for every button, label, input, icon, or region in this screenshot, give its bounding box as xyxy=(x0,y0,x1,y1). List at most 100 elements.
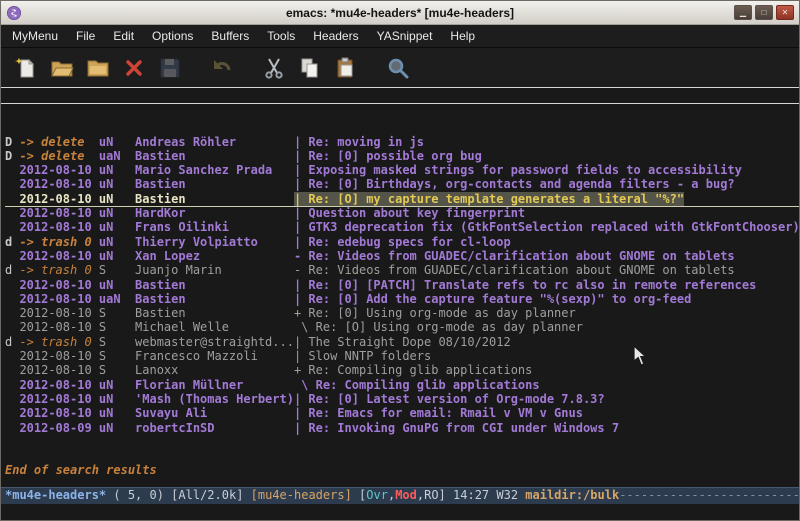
new-file-button[interactable] xyxy=(11,53,41,83)
message-list: D-> deleteuNAndreas Röhler| Re: moving i… xyxy=(5,135,799,435)
modeline-dashes: ----------------------------------------… xyxy=(619,488,799,502)
message-flags: uN xyxy=(99,135,135,149)
menu-item-help[interactable]: Help xyxy=(441,26,484,46)
maximize-button[interactable]: □ xyxy=(755,5,773,20)
message-subject: | Slow NNTP folders xyxy=(294,349,431,363)
menu-item-yasnippet[interactable]: YASnippet xyxy=(368,26,442,46)
tool-bar xyxy=(1,48,799,87)
message-date: 2012-08-10 xyxy=(19,320,98,334)
directory-button[interactable] xyxy=(83,53,113,83)
message-flags: S xyxy=(99,263,135,277)
modeline-buffer-name: *mu4e-headers* xyxy=(5,488,106,502)
message-row[interactable]: d-> trash 0uNThierry Volpiatto| Re: edeb… xyxy=(5,235,799,249)
message-row[interactable]: D-> deleteuaNBastien| Re: [0] possible o… xyxy=(5,149,799,163)
message-from: Frans Oilinki xyxy=(135,220,294,234)
message-from: Bastien xyxy=(135,177,294,191)
message-row[interactable]: 2012-08-10uNSuvayu Ali| Re: Emacs for em… xyxy=(5,406,799,420)
message-subject: | Re: [O] my capture template generates … xyxy=(294,192,684,206)
menu-item-options[interactable]: Options xyxy=(143,26,202,46)
message-from: Andreas Röhler xyxy=(135,135,294,149)
menu-bar: MyMenuFileEditOptionsBuffersToolsHeaders… xyxy=(1,25,799,48)
menu-item-headers[interactable]: Headers xyxy=(304,26,367,46)
echo-area[interactable] xyxy=(1,504,799,520)
message-from: Francesco Mazzoli xyxy=(135,349,294,363)
menu-item-edit[interactable]: Edit xyxy=(104,26,143,46)
message-date: 2012-08-09 xyxy=(19,421,98,435)
paste-button[interactable] xyxy=(331,53,361,83)
message-row[interactable]: 2012-08-10SFrancesco Mazzoli| Slow NNTP … xyxy=(5,349,799,363)
message-row[interactable]: 2012-08-10SMichael Welle \ Re: [O] Using… xyxy=(5,320,799,334)
message-row[interactable]: 2012-08-10uNFrans Oilinki| GTK3 deprecat… xyxy=(5,220,799,234)
cut-button[interactable] xyxy=(259,53,289,83)
message-row[interactable]: 2012-08-10uNBastien| Re: [0] Birthdays, … xyxy=(5,177,799,191)
message-flags: uN xyxy=(99,163,135,177)
message-row[interactable]: 2012-08-09uNrobertcInSD| Re: Invoking Gn… xyxy=(5,421,799,435)
cut-icon xyxy=(262,56,286,80)
end-of-results: End of search results xyxy=(5,463,799,477)
message-row[interactable]: 2012-08-10uNXan Lopez- Re: Videos from G… xyxy=(5,249,799,263)
message-subject: | GTK3 deprecation fix (GtkFontSelection… xyxy=(294,220,799,234)
message-date: 2012-08-10 xyxy=(19,163,98,177)
message-row[interactable]: 2012-08-10uNMario Sanchez Prada| Exposin… xyxy=(5,163,799,177)
message-mark: d xyxy=(5,335,19,349)
message-flags: uaN xyxy=(99,149,135,163)
buffer[interactable]: D-> deleteuNAndreas Röhler| Re: moving i… xyxy=(1,104,799,487)
paste-icon xyxy=(334,56,358,80)
message-from: Michael Welle xyxy=(135,320,294,334)
message-flags: uaN xyxy=(99,292,135,306)
message-flags: uN xyxy=(99,192,135,206)
message-from: Bastien xyxy=(135,192,294,206)
message-row[interactable]: 2012-08-10uNBastien| Re: [O] my capture … xyxy=(5,192,799,206)
message-flags: S xyxy=(99,363,135,377)
message-mark: d xyxy=(5,235,19,249)
message-flags: uN xyxy=(99,220,135,234)
message-subject: \ Re: [O] Using org-mode as day planner xyxy=(294,320,583,334)
message-subject: \ Re: Compiling glib applications xyxy=(294,378,540,392)
search-button[interactable] xyxy=(383,53,413,83)
minimize-button[interactable]: ▁ xyxy=(734,5,752,20)
close-button[interactable]: ✕ xyxy=(776,5,794,20)
message-date: 2012-08-10 xyxy=(19,378,98,392)
message-subject: | Exposing masked strings for password f… xyxy=(294,163,742,177)
message-row[interactable]: d-> trash 0Swebmaster@straightd...| The … xyxy=(5,335,799,349)
mode-line[interactable]: *mu4e-headers* ( 5, 0) [All/2.0k] [mu4e-… xyxy=(1,487,799,504)
message-subject: | Re: moving in js xyxy=(294,135,424,149)
new-file-icon xyxy=(14,56,38,80)
message-row[interactable]: 2012-08-10SLanoxx+ Re: Compiling glib ap… xyxy=(5,363,799,377)
close-buffer-button[interactable] xyxy=(119,53,149,83)
message-row[interactable]: 2012-08-10uNFlorian Müllner \ Re: Compil… xyxy=(5,378,799,392)
message-subject: - Re: Videos from GUADEC/clarification a… xyxy=(294,263,735,277)
message-row[interactable]: D-> deleteuNAndreas Röhler| Re: moving i… xyxy=(5,135,799,149)
message-row[interactable]: 2012-08-10uNHardKor| Question about key … xyxy=(5,206,799,220)
message-date: -> delete xyxy=(19,135,98,149)
copy-icon xyxy=(298,56,322,80)
message-row[interactable]: 2012-08-10SBastien+ Re: [0] Using org-mo… xyxy=(5,306,799,320)
menu-item-mymenu[interactable]: MyMenu xyxy=(3,26,67,46)
copy-button[interactable] xyxy=(295,53,325,83)
message-flags: uN xyxy=(99,421,135,435)
menu-item-tools[interactable]: Tools xyxy=(258,26,304,46)
message-row[interactable]: d-> trash 0SJuanjo Marin- Re: Videos fro… xyxy=(5,263,799,277)
save-buffer-icon xyxy=(158,56,182,80)
message-row[interactable]: 2012-08-10uaNBastien| Re: [0] Add the ca… xyxy=(5,292,799,306)
message-from: Juanjo Marin xyxy=(135,263,294,277)
message-flags: S xyxy=(99,320,135,334)
message-date: 2012-08-10 xyxy=(19,220,98,234)
message-subject: | The Straight Dope 08/10/2012 xyxy=(294,335,511,349)
message-subject: | Re: Invoking GnuPG from CGI under Wind… xyxy=(294,421,619,435)
modeline-plain: 14:27 W32 xyxy=(453,488,525,502)
modeline-plain: [ xyxy=(352,488,366,502)
message-date: -> trash 0 xyxy=(19,263,98,277)
save-buffer-button[interactable] xyxy=(155,53,185,83)
message-row[interactable]: 2012-08-10uNBastien| Re: [0] [PATCH] Tra… xyxy=(5,278,799,292)
menu-item-buffers[interactable]: Buffers xyxy=(202,26,258,46)
message-flags: uN xyxy=(99,235,135,249)
message-date: 2012-08-10 xyxy=(19,406,98,420)
open-file-button[interactable] xyxy=(47,53,77,83)
menu-item-file[interactable]: File xyxy=(67,26,104,46)
message-subject: | Re: edebug specs for cl-loop xyxy=(294,235,511,249)
message-row[interactable]: 2012-08-10uN'Mash (Thomas Herbert)| Re: … xyxy=(5,392,799,406)
message-from: Bastien xyxy=(135,292,294,306)
modeline-folder: maildir:/bulk xyxy=(525,488,619,502)
undo-button[interactable] xyxy=(207,53,237,83)
